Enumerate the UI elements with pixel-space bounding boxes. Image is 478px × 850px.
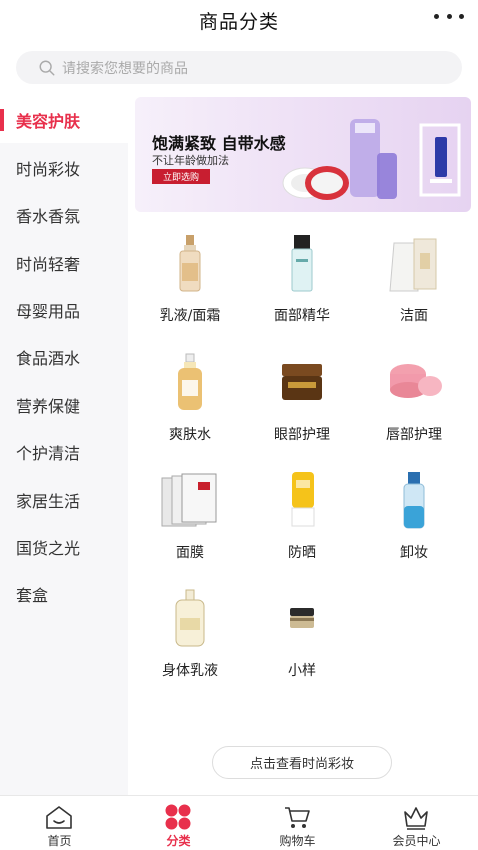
eye-cream-jar-icon — [282, 364, 322, 400]
sidebar-item-baby[interactable]: 母婴用品 — [0, 287, 128, 333]
cleanser-tube-icon — [389, 238, 437, 292]
tab-label: 会员中心 — [392, 834, 441, 848]
home-icon — [46, 806, 72, 829]
search-input[interactable]: 请搜索您想要的商品 — [16, 51, 462, 84]
category-icon — [165, 804, 191, 830]
category-label: 唇部护理 — [386, 427, 442, 443]
sample-jar-icon — [290, 608, 314, 628]
sunscreen-tube-icon — [291, 472, 315, 527]
category-label: 眼部护理 — [274, 427, 330, 443]
category-label: 面膜 — [176, 545, 204, 561]
view-next-category-button[interactable]: 点击查看时尚彩妆 — [212, 746, 392, 779]
category-label: 小样 — [288, 663, 316, 679]
category-label: 乳液/面霜 — [159, 308, 221, 324]
lip-balm-jar-icon — [390, 364, 442, 398]
category-samples[interactable]: 小样 — [246, 588, 358, 688]
search-icon — [39, 60, 55, 75]
sidebar-item-personal-care[interactable]: 个护清洁 — [0, 429, 128, 475]
face-mask-icon — [161, 473, 217, 527]
dot-icon — [446, 13, 452, 19]
category-label: 洁面 — [400, 308, 428, 324]
sidebar-item-makeup[interactable]: 时尚彩妆 — [0, 145, 128, 191]
sidebar-item-domestic[interactable]: 国货之光 — [0, 524, 128, 570]
serum-bottle-icon — [291, 235, 313, 292]
bottom-tab-bar: 首页 分类 购物车 会员中心 — [0, 795, 478, 850]
promo-banner[interactable]: 饱满紧致 自带水感 不让年龄做加法 立即选购 — [135, 97, 471, 212]
sidebar-item-nutrition[interactable]: 营养保健 — [0, 382, 128, 428]
dot-icon — [459, 13, 464, 19]
toner-bottle-icon — [178, 353, 202, 410]
tab-member-center[interactable]: 会员中心 — [357, 796, 476, 850]
sidebar-item-home[interactable]: 家居生活 — [0, 477, 128, 523]
tab-label: 分类 — [166, 834, 191, 848]
category-sunscreen[interactable]: 防晒 — [246, 470, 358, 570]
category-serum[interactable]: 面部精华 — [246, 233, 358, 333]
sidebar-item-gift-sets[interactable]: 套盒 — [0, 571, 128, 617]
category-label: 面部精华 — [274, 308, 330, 324]
tab-label: 首页 — [47, 834, 72, 848]
sidebar-item-luxury[interactable]: 时尚轻奢 — [0, 240, 128, 286]
category-makeup-remover[interactable]: 卸妆 — [358, 470, 470, 570]
crown-icon — [404, 807, 428, 830]
category-face-mask[interactable]: 面膜 — [134, 470, 246, 570]
lotion-bottle-icon — [179, 235, 201, 292]
tab-cart[interactable]: 购物车 — [238, 796, 357, 850]
banner-product-image — [282, 119, 461, 200]
tab-label: 购物车 — [279, 834, 316, 848]
makeup-remover-icon — [403, 472, 425, 529]
more-options-button[interactable] — [434, 6, 464, 26]
banner-subtitle: 不让年龄做加法 — [152, 154, 229, 167]
banner-shop-button[interactable]: 立即选购 — [152, 169, 210, 184]
category-label: 身体乳液 — [162, 663, 218, 679]
category-label: 卸妆 — [400, 545, 428, 561]
category-lip-care[interactable]: 唇部护理 — [358, 352, 470, 452]
sidebar-item-food-drinks[interactable]: 食品酒水 — [0, 334, 128, 380]
search-placeholder: 请搜索您想要的商品 — [62, 60, 188, 77]
header-bar: 商品分类 — [0, 0, 478, 40]
cart-icon — [285, 807, 310, 828]
category-toner[interactable]: 爽肤水 — [134, 352, 246, 452]
category-sidebar: 美容护肤 时尚彩妆 香水香氛 时尚轻奢 母婴用品 食品酒水 营养保健 个护清洁 … — [0, 97, 128, 797]
page-title: 商品分类 — [198, 10, 279, 33]
body-lotion-icon — [175, 589, 205, 647]
sidebar-item-skincare[interactable]: 美容护肤 — [0, 97, 128, 143]
dot-icon — [434, 13, 439, 19]
category-body-lotion[interactable]: 身体乳液 — [134, 588, 246, 688]
category-label: 爽肤水 — [169, 427, 211, 443]
category-eye-care[interactable]: 眼部护理 — [246, 352, 358, 452]
category-cleanser[interactable]: 洁面 — [358, 233, 470, 333]
tab-home[interactable]: 首页 — [0, 796, 119, 850]
category-label: 防晒 — [288, 545, 316, 561]
tab-category[interactable]: 分类 — [119, 796, 238, 850]
category-lotion-cream[interactable]: 乳液/面霜 — [134, 233, 246, 333]
sidebar-item-fragrance[interactable]: 香水香氛 — [0, 192, 128, 238]
